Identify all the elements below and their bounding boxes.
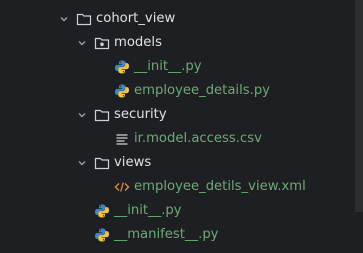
tree-row-employee-details[interactable]: employee_details.py (0, 79, 355, 103)
python-icon (114, 59, 130, 75)
tree-label-view-xml: employee_detils_view.xml (134, 179, 306, 194)
python-icon (94, 227, 110, 243)
chevron-down-icon[interactable] (78, 39, 86, 47)
tree-label-employee-details: employee_details.py (134, 83, 270, 98)
tree-row-models-init[interactable]: __init__.py (0, 55, 355, 79)
tree-row-access-csv[interactable]: ir.model.access.csv (0, 127, 355, 151)
tree-row-view-xml[interactable]: employee_detils_view.xml (0, 175, 355, 199)
tree-row-views[interactable]: views (0, 151, 355, 175)
tree-label-root-init: __init__.py (114, 203, 182, 218)
xml-file-icon (114, 179, 130, 195)
tree-label-security: security (114, 107, 167, 122)
python-icon (114, 83, 130, 99)
chevron-down-icon[interactable] (78, 111, 86, 119)
tree-label-views: views (114, 155, 152, 170)
scrollbar-track[interactable] (355, 0, 363, 212)
clipped-tree-row (0, 0, 363, 4)
csv-file-icon (114, 131, 130, 147)
folder-icon (94, 155, 110, 171)
python-icon (94, 203, 110, 219)
folder-icon (76, 11, 92, 27)
package-icon (94, 35, 110, 51)
tree-row-security[interactable]: security (0, 103, 355, 127)
tree-row-cohort-view[interactable]: cohort_view (0, 7, 355, 31)
tree-label-access-csv: ir.model.access.csv (134, 131, 262, 146)
tree-label-models: models (114, 35, 162, 50)
chevron-down-icon[interactable] (60, 15, 68, 23)
folder-icon (94, 107, 110, 123)
tree-label-manifest: __manifest__.py (114, 227, 219, 242)
tree-label-cohort-view: cohort_view (96, 11, 176, 26)
tree-label-models-init: __init__.py (134, 59, 202, 74)
chevron-down-icon[interactable] (78, 159, 86, 167)
tree-row-models[interactable]: models (0, 31, 355, 55)
tree-row-root-init[interactable]: __init__.py (0, 199, 355, 223)
tree-row-manifest[interactable]: __manifest__.py (0, 223, 355, 247)
